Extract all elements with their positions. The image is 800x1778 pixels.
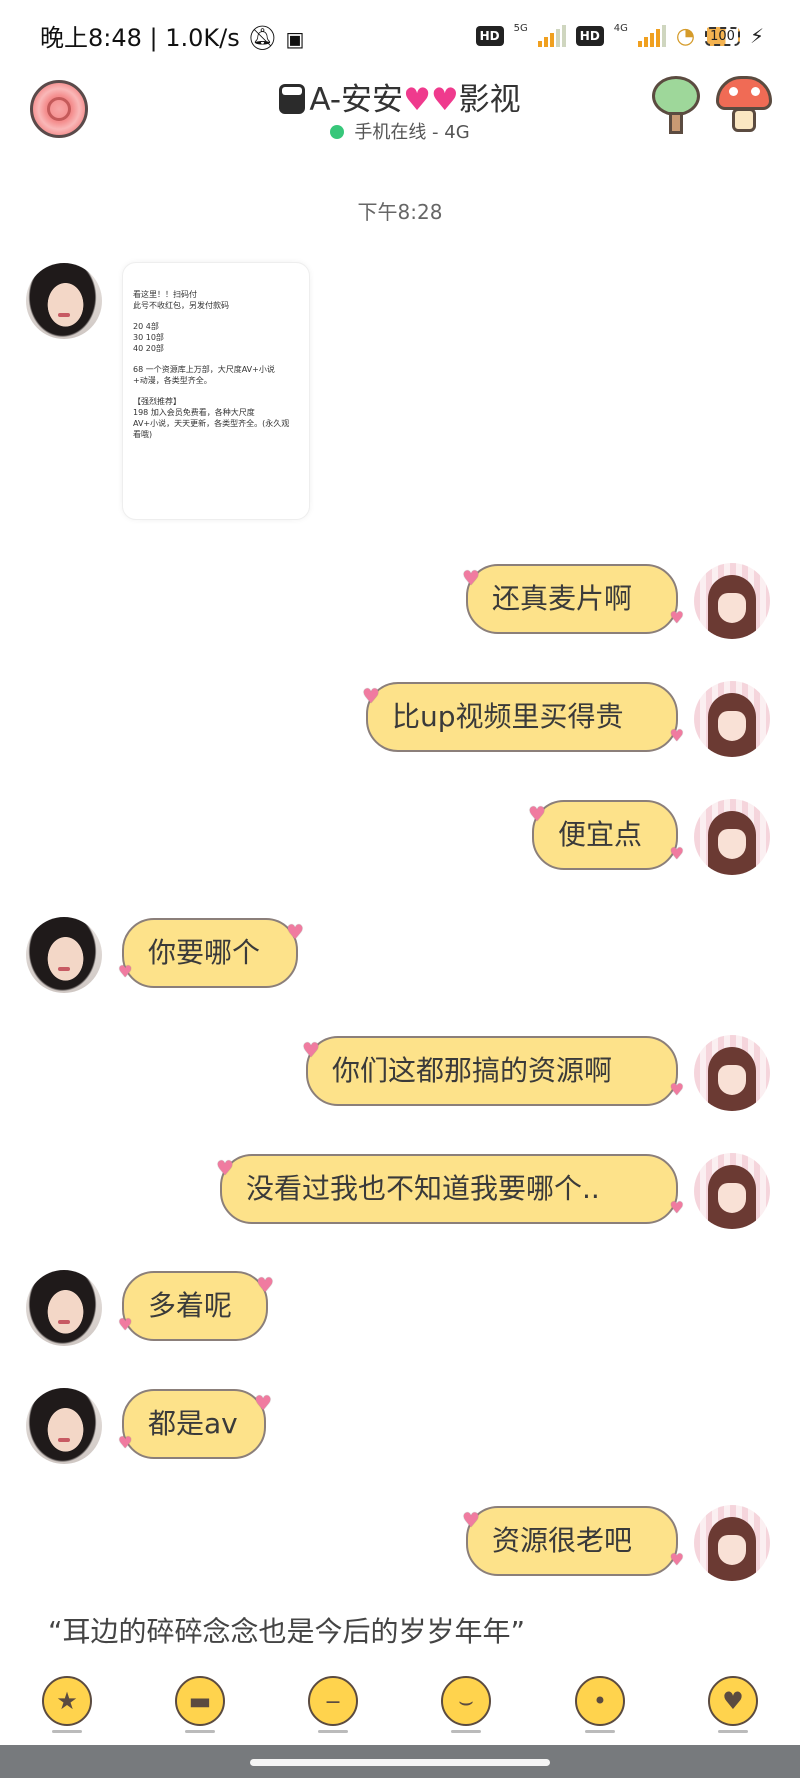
- message-bubble[interactable]: 还真麦片啊: [462, 564, 684, 634]
- emoji-label-icon: [318, 1730, 348, 1733]
- image-text-line: +动漫，各类型齐全。: [133, 376, 212, 385]
- image-message[interactable]: 看这里！！扫码付 此号不收红包，另发付款码 20 4部 30 10部 40 20…: [122, 262, 310, 520]
- heart-eyes-emoji-icon[interactable]: ♥: [708, 1676, 758, 1726]
- tongue-emoji-icon[interactable]: •: [575, 1676, 625, 1726]
- my-avatar[interactable]: [694, 563, 770, 639]
- emoji-label-icon: [451, 1730, 481, 1733]
- wifi-icon: ◔: [675, 23, 696, 49]
- network-4g-label: 4G: [613, 22, 628, 34]
- hd-icon-2: HD: [575, 26, 604, 46]
- mute-bell-icon: 🔕︎: [247, 24, 278, 52]
- hearts-icon: ♥♥: [403, 82, 459, 118]
- my-avatar[interactable]: [694, 1505, 770, 1581]
- laughing-emoji-icon[interactable]: ⌣: [441, 1676, 491, 1726]
- image-text-line: 此号不收红包，另发付款码: [133, 301, 229, 310]
- message-bubble[interactable]: 多着呢: [118, 1271, 274, 1341]
- status-time: 晚上8:48: [40, 24, 142, 52]
- contact-avatar[interactable]: [26, 263, 102, 339]
- image-text-line: 20 4部: [133, 322, 159, 331]
- title-suffix: 影视: [458, 82, 521, 118]
- signal-icon: [537, 25, 566, 47]
- image-text-line: 40 20部: [133, 344, 164, 353]
- message-bubble[interactable]: 比up视频里买得贵: [362, 682, 684, 752]
- message-bubble[interactable]: 没看过我也不知道我要哪个..: [216, 1154, 684, 1224]
- image-text-line: 看这里！！扫码付: [133, 290, 197, 299]
- status-bar: 晚上8:48 | 1.0K/s 🔕︎ ▣ HD 5G HD 4G ◔ 100 ⚡…: [40, 22, 764, 53]
- message-bubble[interactable]: 你要哪个: [118, 918, 304, 988]
- sunglasses-emoji-icon[interactable]: ▬: [175, 1676, 225, 1726]
- signal-icon-2: [637, 25, 666, 47]
- image-text-line: 198 加入会员免费看，各种大尺度: [133, 408, 255, 417]
- emoji-bar: ★ ▬ ‒ ⌣ • ♥: [0, 1668, 800, 1744]
- contact-avatar[interactable]: [26, 1388, 102, 1464]
- headband-emoji-icon[interactable]: ‒: [308, 1676, 358, 1726]
- contact-avatar[interactable]: [26, 1270, 102, 1346]
- chat-header: A-安安♥♥影视 手机在线 - 4G: [0, 70, 800, 150]
- home-indicator[interactable]: [250, 1759, 550, 1766]
- online-status-text: 手机在线 - 4G: [354, 122, 470, 143]
- mushroom-menu-icon[interactable]: [716, 76, 774, 136]
- network-5g-label: 5G: [513, 22, 528, 34]
- grin-stars-emoji-icon[interactable]: ★: [42, 1676, 92, 1726]
- charging-bolt-icon: ⚡︎: [749, 24, 764, 48]
- network-speed: 1.0K/s: [165, 24, 240, 52]
- emoji-label-icon: [185, 1730, 215, 1733]
- hd-icon: HD: [475, 26, 504, 46]
- signature-quote: “耳边的碎碎念念也是今后的岁岁年年”: [48, 1615, 526, 1648]
- emoji-label-icon: [585, 1730, 615, 1733]
- message-bubble[interactable]: 你们这都那搞的资源啊: [302, 1036, 684, 1106]
- message-timestamp: 下午8:28: [357, 200, 443, 224]
- sushi-icon: [279, 84, 306, 114]
- image-text-line: AV+小说，天天更新，各类型齐全。(永久观: [133, 419, 290, 428]
- my-avatar[interactable]: [694, 1035, 770, 1111]
- my-avatar[interactable]: [694, 799, 770, 875]
- image-text-line: 68 一个资源库上万部，大尺度AV+小说: [133, 365, 275, 374]
- gesture-navigation-bar: [0, 1745, 800, 1778]
- battery-icon: 100: [705, 26, 740, 46]
- my-avatar[interactable]: [694, 1153, 770, 1229]
- message-bubble[interactable]: 便宜点: [528, 800, 684, 870]
- my-avatar[interactable]: [694, 681, 770, 757]
- tree-icon[interactable]: [650, 76, 702, 136]
- online-dot-icon: [330, 125, 345, 139]
- message-bubble[interactable]: 资源很老吧: [462, 1506, 684, 1576]
- title-prefix: A-安安: [309, 82, 404, 118]
- image-text-line: 看哦): [133, 430, 153, 439]
- emoji-label-icon: [52, 1730, 82, 1733]
- contact-avatar[interactable]: [26, 917, 102, 993]
- image-text-line: 30 10部: [133, 333, 164, 342]
- message-bubble[interactable]: 都是av: [118, 1389, 272, 1459]
- emoji-label-icon: [718, 1730, 748, 1733]
- gallery-notification-icon: ▣: [285, 27, 305, 51]
- image-text-line: 【强烈推荐】: [133, 397, 181, 406]
